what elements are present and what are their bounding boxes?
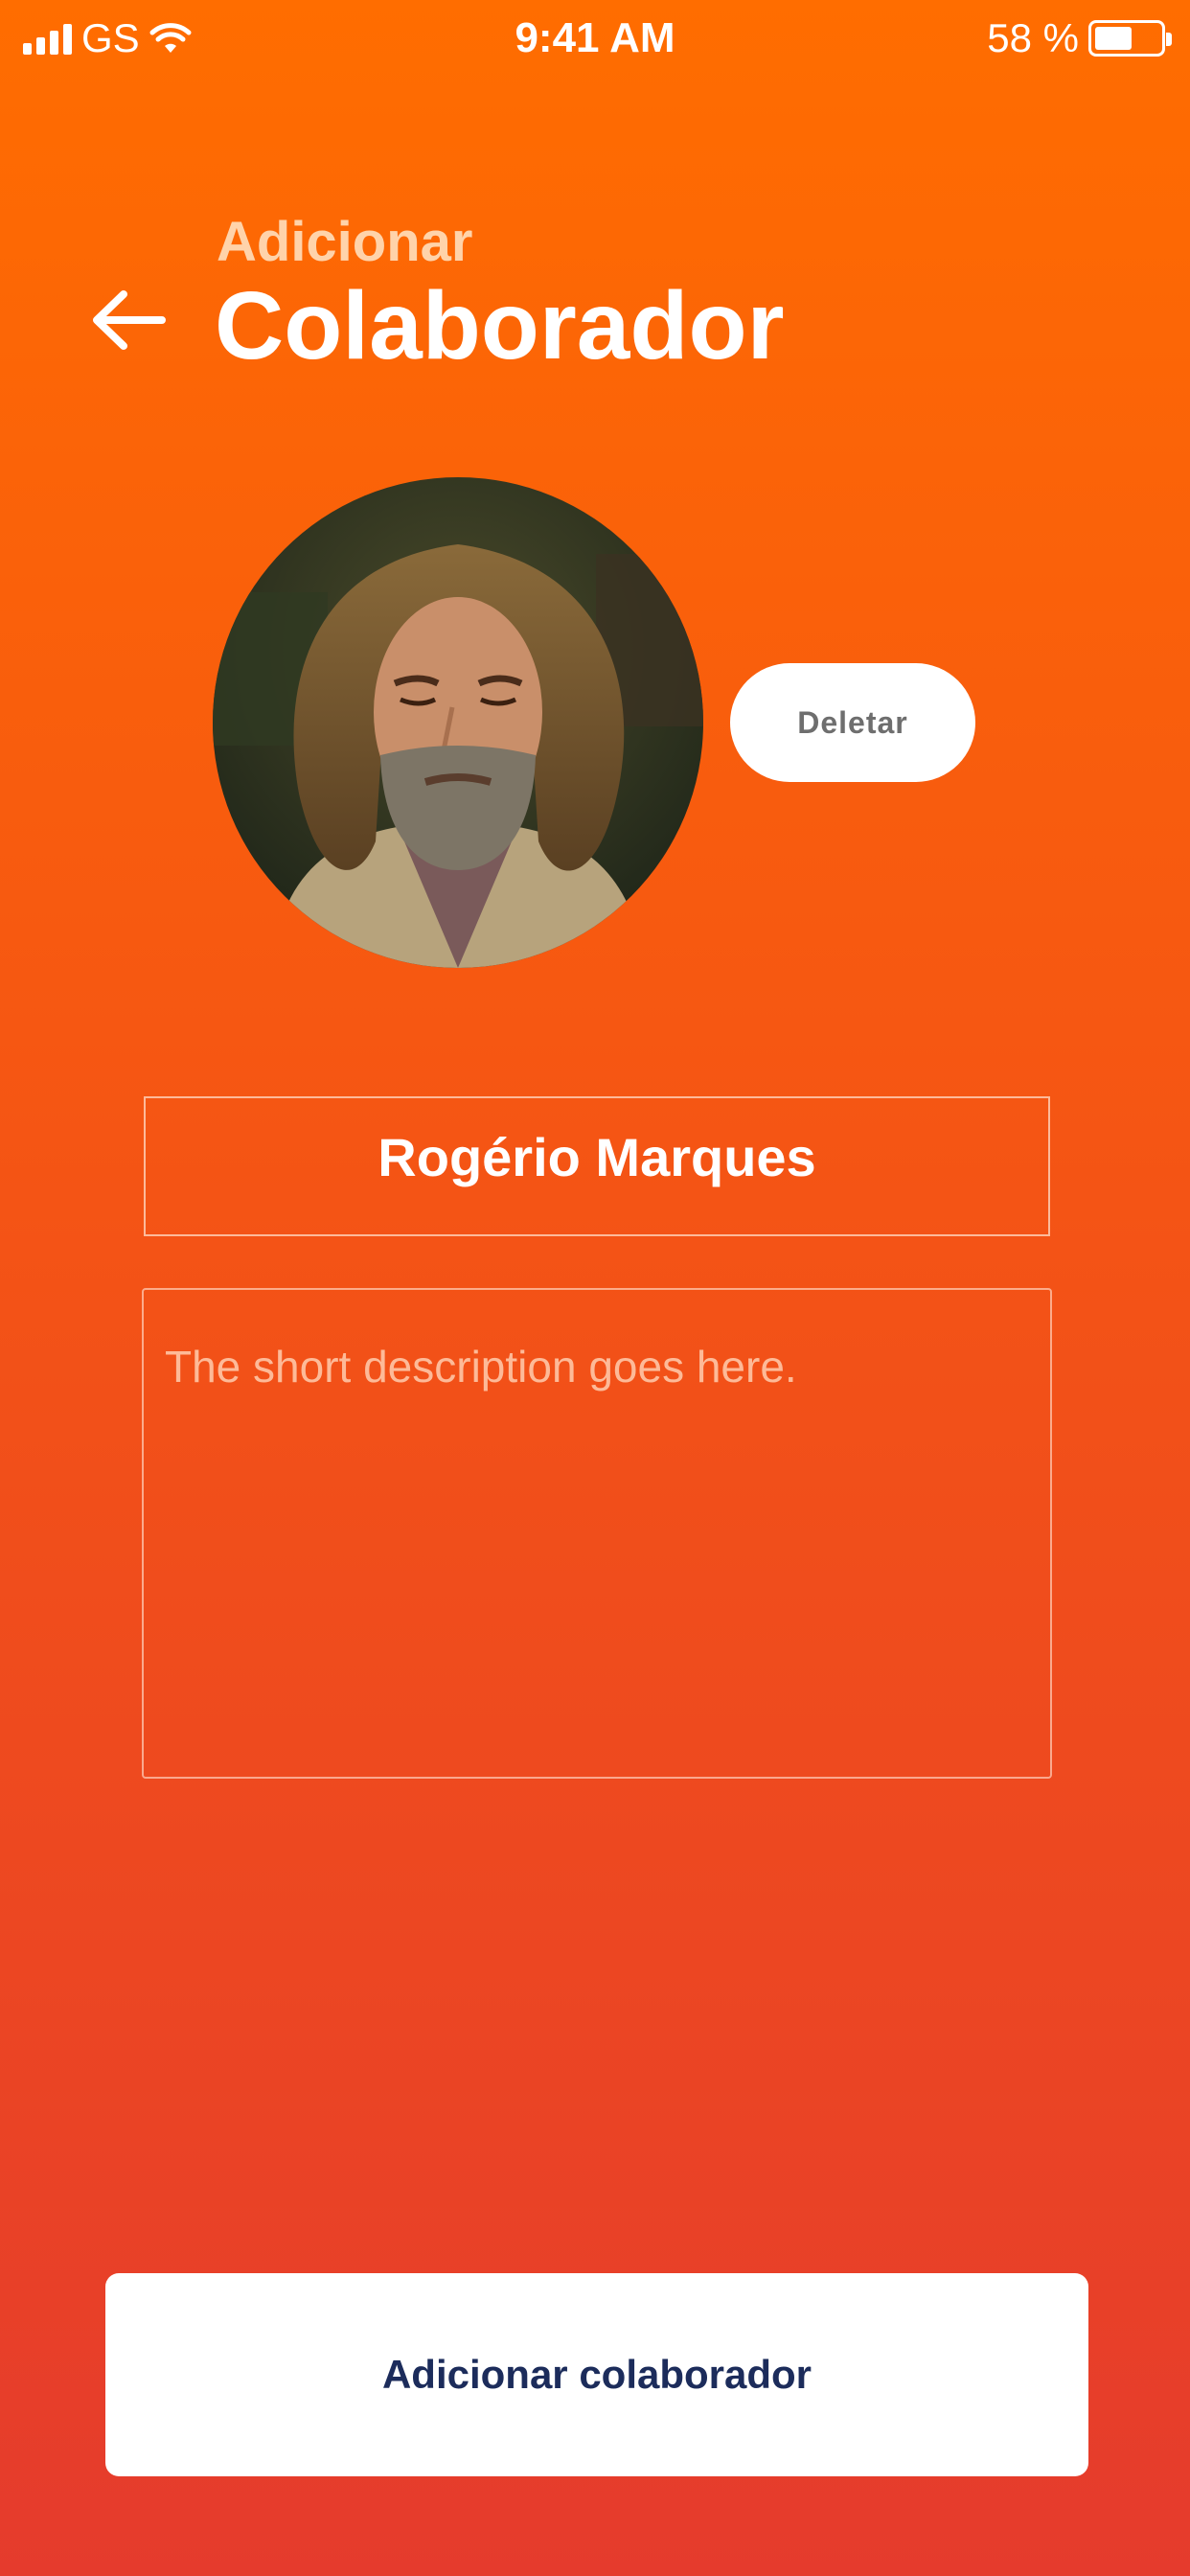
description-textarea[interactable] <box>142 1288 1052 1779</box>
arrow-left-icon <box>93 290 166 350</box>
delete-photo-button[interactable]: Deletar <box>730 663 975 782</box>
add-collaborator-button[interactable]: Adicionar colaborador <box>105 2273 1088 2476</box>
battery-icon <box>1088 20 1172 57</box>
battery-tip <box>1166 33 1172 46</box>
page-subtitle: Adicionar <box>217 211 473 273</box>
collaborator-avatar <box>213 477 703 968</box>
status-right: 58 % <box>987 13 1172 63</box>
name-input[interactable] <box>144 1096 1050 1236</box>
avatar-photo <box>213 477 703 968</box>
battery-percentage: 58 % <box>987 15 1079 60</box>
add-collaborator-screen: GS 9:41 AM 58 % Adicionar Colaborador De… <box>0 0 1190 2576</box>
page-title: Colaborador <box>215 272 785 380</box>
battery-level-fill <box>1095 27 1133 50</box>
back-button[interactable] <box>80 272 176 368</box>
status-bar: GS 9:41 AM 58 % <box>0 0 1190 77</box>
